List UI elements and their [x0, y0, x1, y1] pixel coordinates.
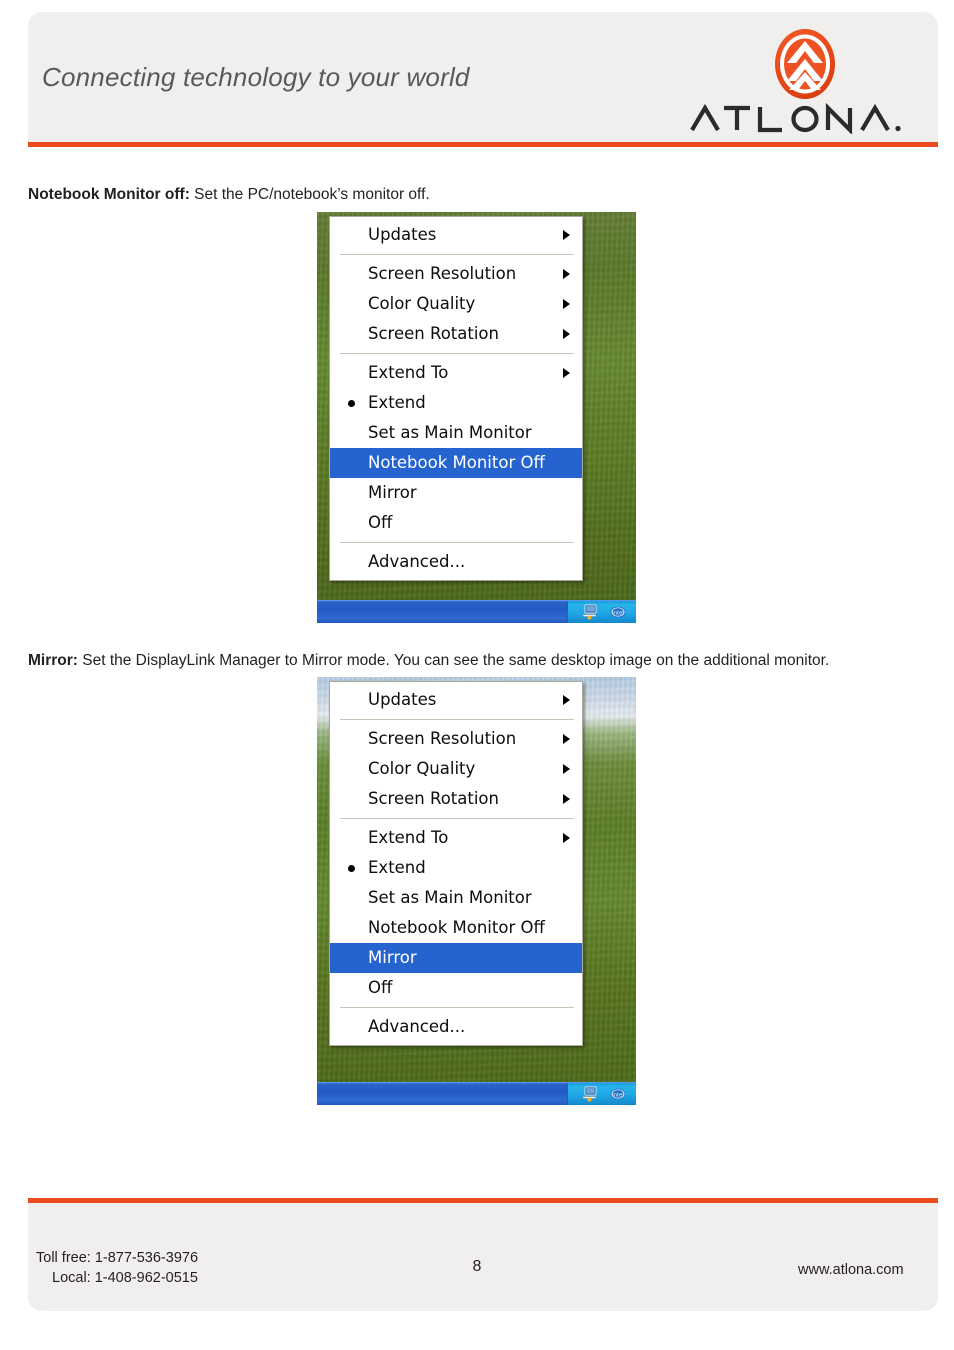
intel-logo-icon[interactable]: intel: [610, 1086, 626, 1102]
svg-text:intel: intel: [612, 610, 623, 616]
system-tray[interactable]: intel: [567, 601, 636, 623]
submenu-arrow-icon: [563, 269, 570, 279]
menu-item-label: Color Quality: [368, 294, 476, 313]
windows-taskbar[interactable]: intel: [317, 600, 636, 623]
menu-item-label: Extend: [368, 393, 426, 412]
menu-item-extend-to[interactable]: Extend To: [330, 823, 582, 853]
menu-item-advanced[interactable]: Advanced...: [330, 1012, 582, 1042]
menu-item-label: Advanced...: [368, 1017, 466, 1036]
menu-item-label: Screen Rotation: [368, 324, 499, 343]
menu-item-label: Extend To: [368, 828, 449, 847]
atlona-logo: [688, 28, 920, 136]
displaylink-context-menu[interactable]: Updates Screen Resolution Color Quality …: [329, 216, 583, 581]
menu-item-updates[interactable]: Updates: [330, 685, 582, 715]
intel-logo-icon[interactable]: intel: [610, 604, 626, 620]
menu-item-off[interactable]: Off: [330, 973, 582, 1003]
screenshot-displaylink-menu-notebook-monitor-off: intel Updates Screen Resolution Color Qu…: [317, 212, 636, 623]
section-2-paragraph: Mirror: Set the DisplayLink Manager to M…: [28, 652, 829, 671]
menu-item-extend[interactable]: Extend: [330, 853, 582, 883]
submenu-arrow-icon: [563, 230, 570, 240]
menu-item-label: Mirror: [368, 483, 417, 502]
menu-item-updates[interactable]: Updates: [330, 220, 582, 250]
radio-bullet-icon: [348, 400, 355, 407]
header-tagline: Connecting technology to your world: [42, 62, 470, 92]
menu-item-notebook-monitor-off[interactable]: Notebook Monitor Off: [330, 448, 582, 478]
menu-item-label: Set as Main Monitor: [368, 888, 532, 907]
menu-item-label: Off: [368, 978, 393, 997]
menu-item-label: Set as Main Monitor: [368, 423, 532, 442]
menu-separator: [340, 254, 574, 255]
menu-item-label: Notebook Monitor Off: [368, 453, 545, 472]
menu-item-screen-resolution[interactable]: Screen Resolution: [330, 724, 582, 754]
menu-item-notebook-monitor-off[interactable]: Notebook Monitor Off: [330, 913, 582, 943]
windows-taskbar[interactable]: intel: [317, 1082, 636, 1105]
menu-item-extend[interactable]: Extend: [330, 388, 582, 418]
menu-item-label: Screen Rotation: [368, 789, 499, 808]
menu-item-extend-to[interactable]: Extend To: [330, 358, 582, 388]
menu-item-label: Screen Resolution: [368, 264, 517, 283]
menu-item-screen-rotation[interactable]: Screen Rotation: [330, 319, 582, 349]
submenu-arrow-icon: [563, 368, 570, 378]
section-1-description: Set the PC/notebook’s monitor off.: [189, 186, 430, 203]
menu-item-screen-rotation[interactable]: Screen Rotation: [330, 784, 582, 814]
footer-website: www.atlona.com: [798, 1262, 904, 1278]
section-1-paragraph: Notebook Monitor off: Set the PC/noteboo…: [28, 186, 430, 205]
menu-separator: [340, 719, 574, 720]
system-tray[interactable]: intel: [567, 1083, 636, 1105]
menu-item-label: Extend: [368, 858, 426, 877]
submenu-arrow-icon: [563, 734, 570, 744]
section-1-term: Notebook Monitor off:: [28, 186, 190, 203]
menu-item-label: Updates: [368, 225, 437, 244]
submenu-arrow-icon: [563, 833, 570, 843]
displaylink-context-menu[interactable]: Updates Screen Resolution Color Quality …: [329, 681, 583, 1046]
menu-item-screen-resolution[interactable]: Screen Resolution: [330, 259, 582, 289]
atlona-chevron-logo-icon: [775, 29, 835, 99]
menu-separator: [340, 542, 574, 543]
menu-item-mirror[interactable]: Mirror: [330, 943, 582, 973]
submenu-arrow-icon: [563, 695, 570, 705]
menu-item-label: Off: [368, 513, 393, 532]
menu-separator: [340, 1007, 574, 1008]
submenu-arrow-icon: [563, 299, 570, 309]
menu-item-set-as-main-monitor[interactable]: Set as Main Monitor: [330, 883, 582, 913]
screenshot-displaylink-menu-mirror: intel Updates Screen Resolution Color Qu…: [317, 677, 636, 1105]
submenu-arrow-icon: [563, 764, 570, 774]
menu-item-label: Color Quality: [368, 759, 476, 778]
menu-item-advanced[interactable]: Advanced...: [330, 547, 582, 577]
menu-separator: [340, 818, 574, 819]
menu-item-off[interactable]: Off: [330, 508, 582, 538]
radio-bullet-icon: [348, 865, 355, 872]
section-2-description: Set the DisplayLink Manager to Mirror mo…: [77, 652, 830, 669]
section-2-term: Mirror:: [28, 652, 78, 669]
submenu-arrow-icon: [563, 794, 570, 804]
displaylink-monitor-icon[interactable]: [582, 604, 598, 620]
svg-text:intel: intel: [612, 1092, 623, 1098]
atlona-wordmark: [690, 102, 901, 134]
menu-item-label: Screen Resolution: [368, 729, 517, 748]
menu-item-label: Extend To: [368, 363, 449, 382]
menu-item-label: Notebook Monitor Off: [368, 918, 545, 937]
menu-item-color-quality[interactable]: Color Quality: [330, 289, 582, 319]
menu-item-label: Updates: [368, 690, 437, 709]
menu-separator: [340, 353, 574, 354]
header-accent-rule: [28, 142, 938, 147]
menu-item-mirror[interactable]: Mirror: [330, 478, 582, 508]
submenu-arrow-icon: [563, 329, 570, 339]
menu-item-label: Advanced...: [368, 552, 466, 571]
menu-item-color-quality[interactable]: Color Quality: [330, 754, 582, 784]
menu-item-set-as-main-monitor[interactable]: Set as Main Monitor: [330, 418, 582, 448]
menu-item-label: Mirror: [368, 948, 417, 967]
displaylink-monitor-icon[interactable]: [582, 1086, 598, 1102]
